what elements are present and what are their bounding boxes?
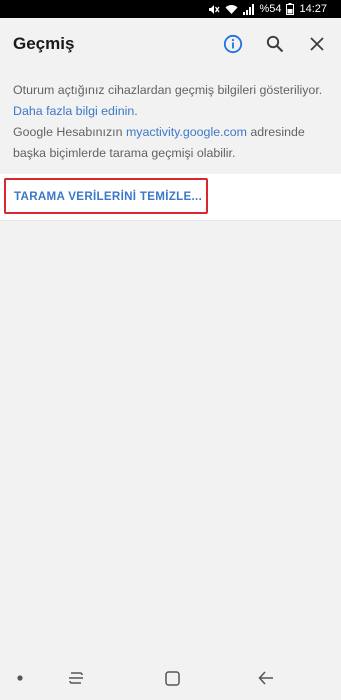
system-nav-bar [0,656,341,700]
clear-data-card: TARAMA VERİLERİNİ TEMİZLE... [0,174,341,221]
info-icon[interactable] [223,34,243,54]
app-bar: Geçmiş [0,18,341,70]
close-icon[interactable] [307,34,327,54]
info-text: . [134,104,138,118]
info-text: Google Hesabınızın [13,125,126,139]
app-bar-actions [223,34,327,54]
battery-percent: %54 [259,3,282,15]
page-title: Geçmiş [13,34,75,53]
myactivity-link[interactable]: myactivity.google.com [126,125,247,139]
battery-icon [286,3,295,15]
recents-icon[interactable] [66,668,86,688]
mute-icon [208,4,220,15]
info-text: Oturum açtığınız cihazlardan geçmiş bilg… [13,83,323,97]
home-icon[interactable] [162,668,182,688]
dot-icon[interactable] [16,674,24,682]
info-paragraph-account: Google Hesabınızın myactivity.google.com… [13,122,331,164]
info-paragraph-devices: Oturum açtığınız cihazlardan geçmiş bilg… [13,80,331,122]
status-bar: %54 14:27 [0,0,341,18]
signal-icon [243,3,255,15]
clear-browsing-data-button[interactable]: TARAMA VERİLERİNİ TEMİZLE... [4,178,208,214]
search-icon[interactable] [265,34,285,54]
back-icon[interactable] [256,668,276,688]
learn-more-link[interactable]: Daha fazla bilgi edinin [13,104,134,118]
clock: 14:27 [299,3,327,15]
history-info-text: Oturum açtığınız cihazlardan geçmiş bilg… [13,80,331,164]
wifi-icon [225,4,238,15]
